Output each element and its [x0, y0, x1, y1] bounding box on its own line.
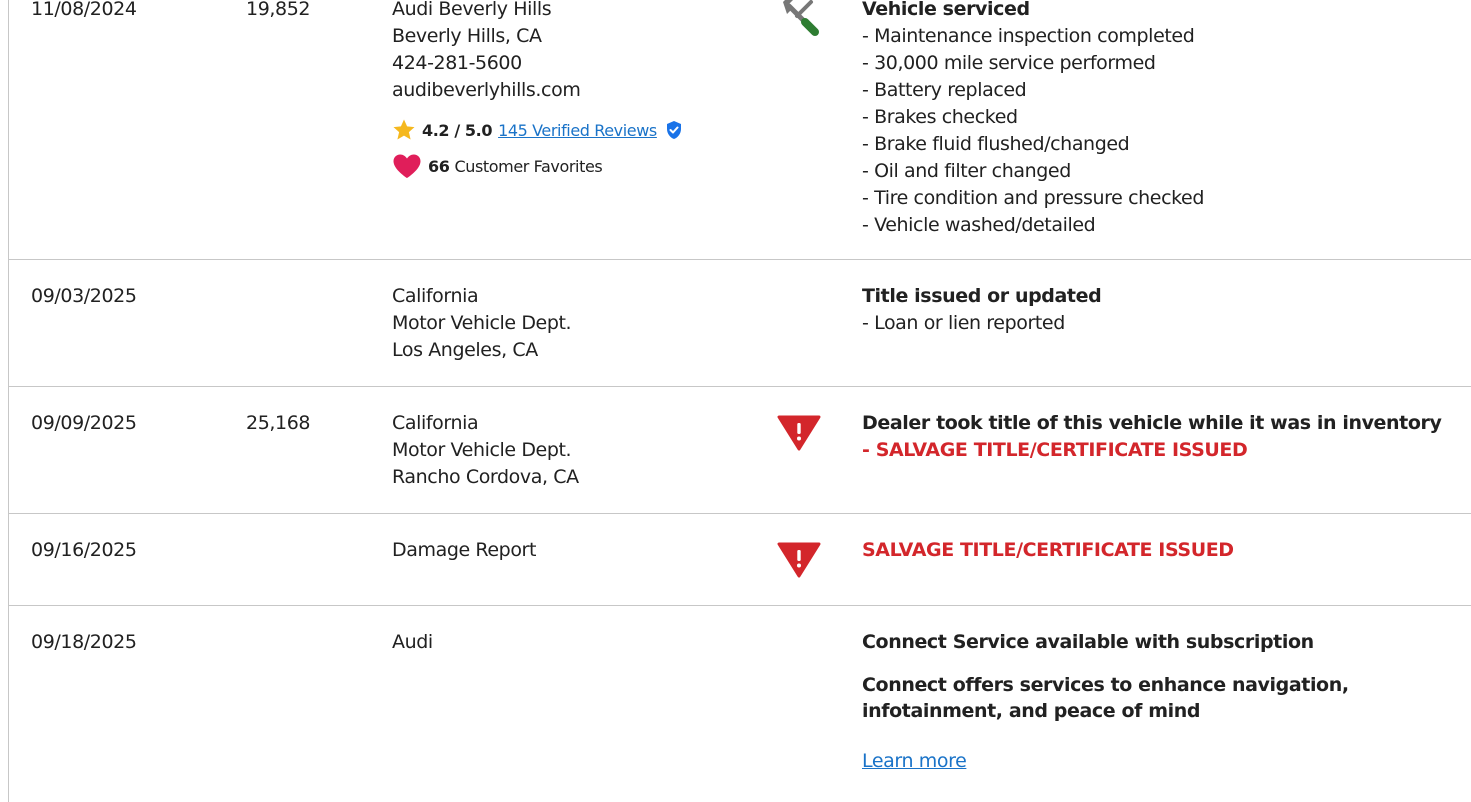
record-mileage: 19,852: [246, 0, 311, 20]
event-item: - Brake fluid flushed/changed: [862, 133, 1130, 155]
record-source: California Motor Vehicle Dept. Rancho Co…: [392, 410, 579, 491]
table-row: 09/18/2025 Audi Connect Service availabl…: [9, 606, 1471, 802]
record-date: 09/16/2025: [31, 539, 137, 561]
favorites-label: Customer Favorites: [454, 156, 603, 176]
record-details: Vehicle serviced - Maintenance inspectio…: [862, 0, 1204, 239]
event-item: - Maintenance inspection completed: [862, 25, 1195, 47]
event-item: - Brakes checked: [862, 106, 1018, 128]
star-icon: [392, 118, 416, 142]
record-source: Audi: [392, 629, 433, 656]
source-line: Los Angeles, CA: [392, 339, 538, 361]
record-date: 11/08/2024: [31, 0, 137, 20]
table-row: 09/03/2025 California Motor Vehicle Dept…: [9, 260, 1471, 387]
record-date: 09/09/2025: [31, 412, 137, 434]
source-line: Audi: [392, 631, 433, 653]
record-source: Audi Beverly Hills Beverly Hills, CA 424…: [392, 0, 683, 179]
verified-shield-icon: [665, 120, 683, 140]
warning-triangle-icon: [777, 415, 821, 459]
heart-icon: [392, 153, 422, 179]
record-source: Damage Report: [392, 537, 536, 564]
event-title: Title issued or updated: [862, 285, 1102, 307]
event-item: - Tire condition and pressure checked: [862, 187, 1204, 209]
source-line: Motor Vehicle Dept.: [392, 312, 572, 334]
record-date: 09/03/2025: [31, 285, 137, 307]
record-details: Title issued or updated - Loan or lien r…: [862, 283, 1102, 337]
source-line: 424-281-5600: [392, 52, 522, 74]
event-item: - 30,000 mile service performed: [862, 52, 1156, 74]
vehicle-history-table: 11/08/2024 19,852 Audi Beverly Hills Bev…: [9, 0, 1471, 802]
event-title: Connect Service available with subscript…: [862, 631, 1314, 653]
source-line: Damage Report: [392, 539, 536, 561]
source-line: Audi Beverly Hills: [392, 0, 552, 20]
favorites-count: 66: [428, 156, 450, 176]
table-row: 11/08/2024 19,852 Audi Beverly Hills Bev…: [9, 0, 1471, 260]
source-line: audibeverlyhills.com: [392, 79, 581, 101]
wrench-screwdriver-icon: [775, 0, 827, 48]
warning-triangle-icon: [777, 542, 821, 586]
learn-more-link[interactable]: Learn more: [862, 748, 967, 775]
description-line: Connect offers services to enhance navig…: [862, 674, 1349, 696]
table-row: 09/09/2025 25,168 California Motor Vehic…: [9, 387, 1471, 514]
record-details: Connect Service available with subscript…: [862, 629, 1349, 775]
event-title: Dealer took title of this vehicle while …: [862, 412, 1442, 434]
event-item: - Oil and filter changed: [862, 160, 1071, 182]
event-item: - Loan or lien reported: [862, 312, 1065, 334]
record-details: Dealer took title of this vehicle while …: [862, 410, 1442, 464]
dealer-rating: 4.2 / 5.0 145 Verified Reviews: [392, 117, 683, 143]
connect-description: Connect offers services to enhance navig…: [862, 672, 1349, 724]
description-line: infotainment, and peace of mind: [862, 700, 1201, 722]
record-details: SALVAGE TITLE/CERTIFICATE ISSUED: [862, 537, 1234, 564]
customer-favorites: 66 Customer Favorites: [392, 153, 683, 179]
record-source: California Motor Vehicle Dept. Los Angel…: [392, 283, 572, 364]
verified-reviews-link[interactable]: 145 Verified Reviews: [498, 117, 657, 144]
source-line: Beverly Hills, CA: [392, 25, 542, 47]
source-line: California: [392, 285, 479, 307]
source-line: Rancho Cordova, CA: [392, 466, 579, 488]
event-item: - Battery replaced: [862, 79, 1027, 101]
event-title: Vehicle serviced: [862, 0, 1030, 20]
source-line: Motor Vehicle Dept.: [392, 439, 572, 461]
table-row: 09/16/2025 Damage Report SALVAGE TITLE/C…: [9, 514, 1471, 606]
source-line: California: [392, 412, 479, 434]
record-date: 09/18/2025: [31, 631, 137, 653]
rating-score: 4.2 / 5.0: [422, 120, 493, 140]
salvage-alert: - SALVAGE TITLE/CERTIFICATE ISSUED: [862, 439, 1248, 461]
event-item: - Vehicle washed/detailed: [862, 214, 1096, 236]
record-mileage: 25,168: [246, 412, 311, 434]
salvage-alert: SALVAGE TITLE/CERTIFICATE ISSUED: [862, 539, 1234, 561]
